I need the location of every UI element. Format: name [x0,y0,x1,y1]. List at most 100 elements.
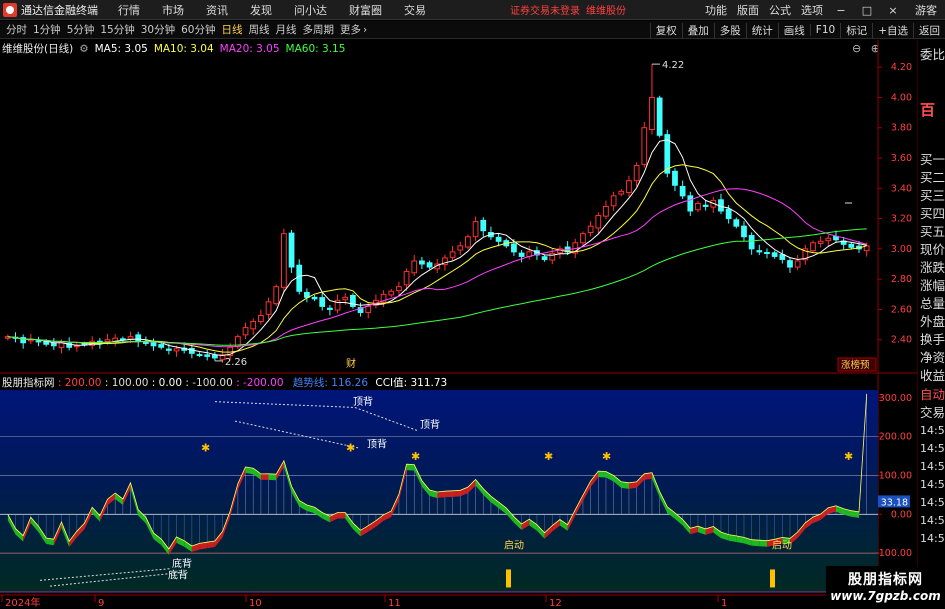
menu-formula[interactable]: 公式 [769,2,791,18]
price-tick-label: 3.60 [891,153,912,164]
side-auto[interactable]: 自动 [920,386,945,403]
level-0: : 0.00 [151,377,183,389]
top-divergence-label: 顶背 [420,418,440,431]
adjust-button[interactable]: 复权 [649,22,682,38]
rank-tag[interactable]: 涨榜预 [841,359,870,371]
menu-trade[interactable]: 交易 [404,2,426,18]
candle [541,256,548,260]
f10-button[interactable]: F10 [809,24,840,36]
candle [518,252,525,257]
period-1min[interactable]: 1分钟 [33,22,61,37]
menu-layout[interactable]: 版面 [737,2,759,18]
level-100: : 100.00 [104,377,149,389]
ma60-line [7,228,867,346]
period-daily[interactable]: 日线 [222,22,243,37]
period-30min[interactable]: 30分钟 [141,22,175,37]
candle [265,301,272,315]
side-weibi[interactable]: 委比 [920,46,945,63]
price-tick-label: 4.00 [891,92,912,103]
side-volume: 总量 [920,296,945,311]
close-icon[interactable]: × [885,4,901,17]
indicator-tick-label: 0.00 [891,509,912,520]
side-change-pct: 涨幅 [920,278,945,293]
price-tick-label: 3.00 [891,244,912,255]
draw-button[interactable]: 画线 [777,22,810,38]
candle [104,339,111,343]
login-notice[interactable]: 证券交易未登录 [510,2,580,17]
period-60min[interactable]: 60分钟 [181,22,215,37]
candle [327,307,333,310]
menu-wealth[interactable]: 财富圈 [349,2,382,18]
indicator-name[interactable]: 股朋指标网 [2,377,55,389]
side-trade[interactable]: 交易 [920,404,945,421]
maximize-icon[interactable]: □ [859,4,875,17]
period-multi[interactable]: 多周期 [303,22,335,37]
price-tick-label: 3.80 [891,123,912,134]
side-buy2[interactable]: 买二 [920,169,945,186]
x-tick-label: 2024年 [5,596,40,609]
watermark-url: www.7gpzb.com [830,589,941,603]
candle [319,297,326,307]
osc-ribbon [759,540,767,547]
period-more[interactable]: 更多 [340,22,361,37]
overlay-button[interactable]: 叠加 [681,22,714,38]
indicator-tick-label: 200.00 [879,432,912,443]
candle [173,348,180,352]
add-favorite-button[interactable]: +自选 [872,22,913,38]
menu-ask[interactable]: 问小达 [294,2,327,18]
period-timeshare[interactable]: 分时 [6,22,27,37]
side-buy4[interactable]: 买四 [920,205,945,222]
candle [311,296,318,300]
side-time-3: 14:56 [920,460,945,473]
period-5min[interactable]: 5分钟 [67,22,95,37]
menu-news[interactable]: 资讯 [206,2,228,18]
menu-options[interactable]: 选项 [801,2,823,18]
candle [472,221,479,238]
x-tick-label: 9 [98,598,104,609]
signal-star-icon: ✱ [346,441,355,454]
signal-star-icon: ✱ [844,450,853,463]
more-dropdown-icon[interactable]: › [363,24,367,36]
osc-ribbon [598,471,606,478]
candle [511,243,517,253]
menu-function[interactable]: 功能 [705,2,727,18]
candle [817,240,824,244]
stats-button[interactable]: 统计 [745,22,778,38]
candle [342,296,349,301]
candle [610,195,617,207]
multi-stock-button[interactable]: 多股 [713,22,746,38]
candle [480,219,487,232]
period-monthly[interactable]: 月线 [276,22,297,37]
mark-button[interactable]: 标记 [840,22,872,38]
menu-discover[interactable]: 发现 [250,2,272,18]
side-price: 现价 [920,242,945,257]
candle [679,185,686,197]
period-15min[interactable]: 15分钟 [100,22,134,37]
side-buy3[interactable]: 买三 [920,187,945,204]
candle [142,341,149,344]
watermark: 股朋指标网 www.7gpzb.com [826,566,945,609]
side-net-asset: 净资 [920,350,945,365]
price-tick-label: 3.20 [891,214,912,225]
guest-label[interactable]: 游客 [915,2,937,18]
level-minus-100: : -100.00 [185,377,233,389]
app-window: 通达信金融终端 行情 市场 资讯 发现 问小达 财富圈 交易 证券交易未登录 维… [0,0,945,609]
candle [764,251,770,254]
menu-quotes[interactable]: 行情 [118,2,140,18]
candle [810,242,816,252]
candle [365,305,372,313]
menu-market[interactable]: 市场 [162,2,184,18]
period-weekly[interactable]: 周线 [249,22,270,37]
candle [127,336,134,340]
side-buy1[interactable]: 买一 [920,151,945,168]
price-tick-label: 3.40 [891,183,912,194]
ma10-line [7,164,867,353]
side-buy5[interactable]: 买五 [920,223,945,240]
osc-ribbon [444,490,453,498]
back-button[interactable]: 返回 [913,22,945,38]
chart-canvas[interactable]: 4.20 4.00 3.80 3.60 3.40 3.20 3.00 2.80 2.60 2.40… [0,40,917,609]
notice-stock[interactable]: 维维股份 [586,2,626,17]
minimize-icon[interactable]: − [833,4,849,17]
candle [150,342,157,347]
candle [656,97,663,136]
